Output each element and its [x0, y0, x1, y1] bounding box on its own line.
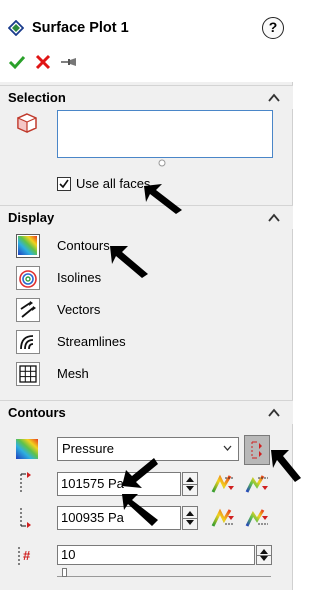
selection-section-title: Selection — [8, 90, 66, 105]
display-item-mesh-label[interactable]: Mesh — [57, 366, 89, 381]
annotation-arrow-contours — [110, 246, 148, 278]
resize-handle-icon[interactable] — [158, 159, 166, 167]
vectors-toggle[interactable] — [16, 298, 40, 322]
max-value-stepper[interactable] — [182, 472, 198, 496]
mesh-toggle[interactable] — [16, 362, 40, 386]
contours-section-title: Contours — [8, 405, 66, 420]
levels-slider[interactable] — [57, 567, 271, 577]
contours-toggle[interactable] — [16, 234, 40, 258]
adaptive-range-button[interactable] — [244, 435, 270, 465]
streamlines-toggle[interactable] — [16, 330, 40, 354]
isolines-toggle[interactable] — [16, 266, 40, 290]
spin-up-icon[interactable] — [260, 549, 268, 554]
max-value-icon — [20, 472, 31, 492]
display-item-vectors-label[interactable]: Vectors — [57, 302, 100, 317]
spin-up-icon[interactable] — [186, 511, 194, 516]
spin-down-icon[interactable] — [186, 520, 194, 525]
display-item-contours-label[interactable]: Contours — [57, 238, 110, 253]
set-min-global-icon[interactable] — [244, 506, 270, 530]
contour-parameter-value: Pressure — [62, 441, 115, 456]
annotation-arrow-use-all-faces — [144, 184, 182, 214]
max-value-input[interactable]: 101575 Pa — [57, 472, 181, 496]
property-manager-header: Surface Plot 1 ? — [0, 0, 293, 82]
min-value-stepper[interactable] — [182, 506, 198, 530]
selection-section-header[interactable]: Selection — [0, 85, 293, 109]
pushpin-icon[interactable] — [60, 54, 78, 70]
range-scale-icon — [251, 441, 262, 459]
spin-up-icon[interactable] — [186, 477, 194, 482]
spin-down-icon[interactable] — [260, 556, 268, 561]
spin-divider — [183, 518, 197, 519]
streamlines-icon — [20, 335, 34, 350]
number-of-levels-input[interactable]: 10 — [57, 545, 255, 565]
set-min-from-model-icon[interactable] — [210, 506, 236, 530]
number-of-levels-icon: # — [18, 547, 31, 565]
spin-divider — [183, 484, 197, 485]
chevron-up-icon[interactable] — [267, 91, 281, 105]
set-max-global-icon[interactable] — [244, 472, 270, 496]
chevron-down-icon — [223, 445, 232, 451]
face-selection-box[interactable] — [57, 110, 273, 158]
display-item-isolines-label[interactable]: Isolines — [57, 270, 101, 285]
min-value-input[interactable]: 100935 Pa — [57, 506, 181, 530]
mesh-icon — [19, 365, 37, 383]
contours-icon — [18, 236, 37, 255]
svg-text:#: # — [23, 548, 31, 563]
spin-down-icon[interactable] — [186, 486, 194, 491]
ok-check-icon[interactable] — [8, 54, 26, 70]
page-title: Surface Plot 1 — [32, 20, 129, 36]
contours-section-header[interactable]: Contours — [0, 400, 293, 424]
checkmark-icon — [59, 179, 69, 189]
use-all-faces-checkbox[interactable] — [57, 177, 71, 191]
annotation-arrow-max-value — [122, 458, 158, 488]
color-map-icon — [16, 439, 38, 459]
cancel-x-icon[interactable] — [34, 54, 52, 70]
display-item-streamlines-label[interactable]: Streamlines — [57, 334, 126, 349]
chevron-up-icon[interactable] — [267, 211, 281, 225]
display-section-title: Display — [8, 210, 55, 225]
levels-slider-thumb[interactable] — [62, 568, 67, 577]
help-icon[interactable]: ? — [262, 17, 284, 39]
surface-plot-icon — [8, 20, 24, 36]
set-max-from-model-icon[interactable] — [210, 472, 236, 496]
vectors-icon — [20, 301, 36, 318]
min-value-icon — [20, 508, 31, 528]
annotation-arrow-range-button — [271, 450, 301, 482]
use-all-faces-label[interactable]: Use all faces — [76, 176, 150, 191]
isolines-icon — [19, 270, 37, 288]
chevron-up-icon[interactable] — [267, 406, 281, 420]
face-selection-icon — [17, 113, 37, 133]
annotation-arrow-min-value — [122, 494, 158, 526]
levels-stepper[interactable] — [256, 545, 272, 565]
